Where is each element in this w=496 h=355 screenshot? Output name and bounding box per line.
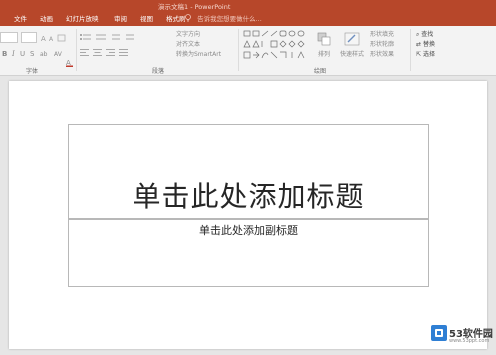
watermark-url: www.53ppt.com (449, 338, 490, 344)
align-text-button[interactable]: 对齐文本 (176, 40, 200, 49)
find-button[interactable]: ⌕ 查找 (416, 30, 433, 39)
ribbon: A A B I U S ab AV A 字体 文字方向 对齐文本 转换为Smar… (0, 26, 496, 76)
subtitle-placeholder[interactable]: 单击此处添加副标题 (68, 219, 429, 287)
svg-text:S: S (30, 50, 35, 57)
tab-animations[interactable]: 动画 (38, 13, 55, 26)
arrange-icon[interactable] (317, 32, 331, 46)
svg-text:A: A (41, 35, 46, 42)
group-label-paragraph: 段落 (152, 68, 165, 75)
shape-outline-button[interactable]: 形状轮廓 (370, 40, 394, 49)
svg-text:AV: AV (54, 51, 63, 57)
subtitle-placeholder-text: 单击此处添加副标题 (199, 224, 298, 237)
group-label-font: 字体 (26, 68, 39, 75)
watermark-logo-icon (431, 325, 447, 341)
convert-smartart-label: 转换为SmartArt (176, 51, 222, 58)
shape-fill-label: 形状填充 (370, 31, 395, 38)
group-label-drawing: 绘图 (314, 68, 327, 75)
font-color-icon[interactable]: A (66, 58, 74, 67)
select-label: 选择 (422, 51, 435, 58)
select-icon: ⇱ (416, 51, 423, 58)
shape-outline-label: 形状轮廓 (370, 41, 395, 48)
svg-text:A: A (49, 36, 54, 42)
text-direction-button[interactable]: 文字方向 (176, 30, 200, 39)
replace-label: 替换 (422, 41, 435, 48)
alignment-buttons-icon[interactable] (80, 48, 140, 57)
ribbon-separator (76, 29, 77, 71)
window-title: 演示文稿1 - PowerPoint (158, 3, 231, 11)
svg-text:B: B (2, 50, 7, 57)
title-placeholder-text: 单击此处添加标题 (132, 180, 365, 213)
ribbon-separator (238, 29, 239, 71)
arrange-label: 排列 (318, 51, 331, 58)
title-bar: 演示文稿1 - PowerPoint 文件 动画 幻灯片放映 审阅 视图 格式刷… (0, 0, 496, 26)
svg-text:U: U (20, 50, 25, 57)
replace-icon: ⇄ (416, 41, 423, 48)
tab-review[interactable]: 审阅 (112, 13, 129, 26)
tell-me-search[interactable]: 告诉我您想要做什么... (184, 13, 262, 25)
quick-styles-label: 快速样式 (340, 51, 365, 58)
tab-file[interactable]: 文件 (12, 13, 29, 26)
tab-view[interactable]: 视图 (138, 13, 155, 26)
convert-smartart-button[interactable]: 转换为SmartArt (176, 50, 221, 59)
font-size-controls-icon[interactable]: A A (41, 34, 67, 42)
font-name-box[interactable] (0, 32, 18, 43)
watermark: 53软件园 www.53ppt.com (429, 322, 493, 350)
text-direction-label: 文字方向 (176, 31, 201, 38)
list-buttons-icon[interactable] (80, 33, 172, 42)
font-format-buttons-icon[interactable]: B I U S ab AV (2, 48, 74, 57)
shapes-gallery-icon[interactable] (243, 30, 307, 62)
svg-text:I: I (11, 50, 15, 57)
lightbulb-icon (185, 14, 191, 22)
find-label: 查找 (421, 31, 434, 38)
tab-slideshow[interactable]: 幻灯片放映 (64, 13, 101, 26)
tell-me-text: 告诉我您想要做什么... (197, 15, 262, 23)
font-size-box[interactable] (21, 32, 37, 43)
replace-button[interactable]: ⇄ 替换 (416, 40, 435, 49)
select-button[interactable]: ⇱ 选择 (416, 50, 435, 59)
title-placeholder[interactable]: 单击此处添加标题 (68, 124, 429, 219)
svg-text:ab: ab (40, 51, 48, 57)
quick-styles-icon[interactable] (344, 32, 360, 46)
align-text-label: 对齐文本 (176, 41, 201, 48)
shape-effects-button[interactable]: 形状效果 (370, 50, 394, 59)
shape-fill-button[interactable]: 形状填充 (370, 30, 394, 39)
shape-effects-label: 形状效果 (370, 51, 395, 58)
ribbon-separator (410, 29, 411, 71)
